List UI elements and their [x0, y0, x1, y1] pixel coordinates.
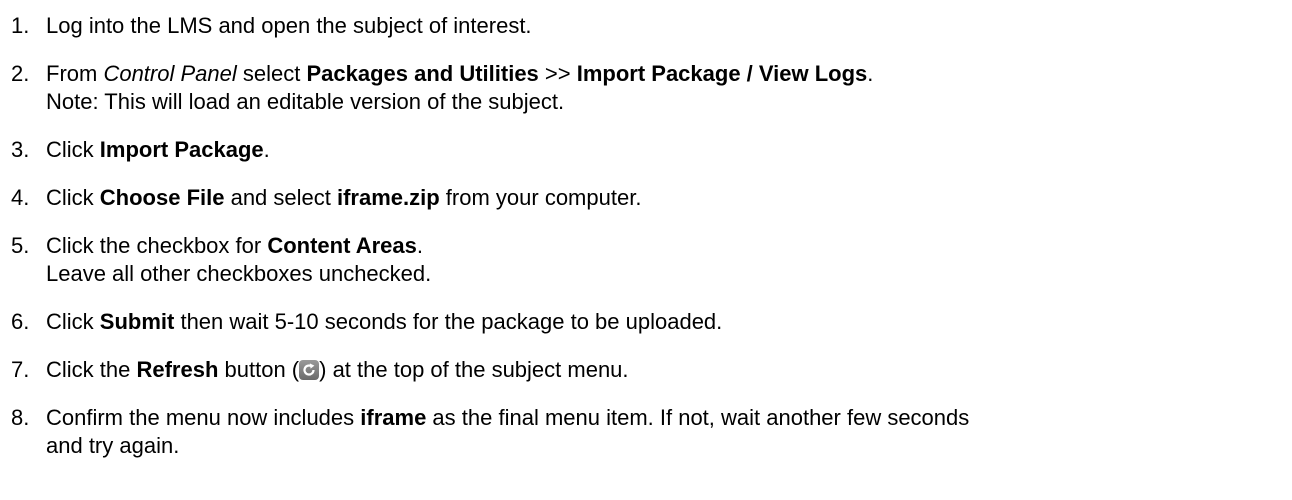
step-text-segment: Click the [46, 357, 137, 382]
step-text: Click the Refresh button ( ) at the top o… [46, 356, 1292, 384]
step-3: 3. Click Import Package. [0, 136, 1292, 164]
step-text-segment: From [46, 61, 104, 86]
step-7: 7. Click the Refresh button ( ) at the to… [0, 356, 1292, 384]
step-number: 2. [11, 61, 30, 86]
step-number: 5. [11, 233, 30, 258]
instruction-list: 1. Log into the LMS and open the subject… [0, 0, 1292, 460]
step-text: Click Import Package. [46, 136, 1292, 164]
step-text-segment: . [867, 61, 874, 86]
step-text-segment: Log into the LMS and open the subject of… [46, 13, 532, 38]
step-text-segment: from your computer. [439, 185, 642, 210]
refresh-icon [299, 360, 320, 380]
step-text-segment: Click [46, 185, 100, 210]
step-text-line2: and try again. [46, 433, 180, 458]
step-text-segment: Click the checkbox for [46, 233, 268, 258]
step-text-segment: select [236, 61, 307, 86]
step-1: 1. Log into the LMS and open the subject… [0, 12, 1292, 40]
menu-path-separator: >> [538, 61, 577, 86]
menu-item-packages-utilities: Packages and Utilities [306, 61, 539, 86]
step-2: 2. From Control Panel select Packages an… [0, 60, 1292, 116]
option-name-content-areas: Content Areas [267, 233, 417, 258]
step-text-segment: button ( [218, 357, 300, 382]
step-number: 8. [11, 405, 30, 430]
menu-item-iframe: iframe [360, 405, 427, 430]
step-number: 7. [11, 357, 30, 382]
button-name-refresh: Refresh [136, 357, 219, 382]
step-text: Click Submit then wait 5-10 seconds for … [46, 308, 1292, 336]
step-number: 1. [11, 13, 30, 38]
step-5: 5. Click the checkbox for Content Areas.… [0, 232, 1292, 288]
step-4: 4. Click Choose File and select iframe.z… [0, 184, 1292, 212]
step-number: 6. [11, 309, 30, 334]
menu-item-import-package-view-logs: Import Package / View Logs [576, 61, 868, 86]
step-text-line2: Leave all other checkboxes unchecked. [46, 261, 432, 286]
step-6: 6. Click Submit then wait 5-10 seconds f… [0, 308, 1292, 336]
step-text-segment: . [263, 137, 270, 162]
step-text: Log into the LMS and open the subject of… [46, 12, 1292, 40]
button-name-choose-file: Choose File [99, 185, 225, 210]
step-text-segment: and select [224, 185, 337, 210]
step-8: 8. Confirm the menu now includes iframe … [0, 404, 1292, 460]
step-text-segment: Confirm the menu now includes [46, 405, 361, 430]
step-number: 3. [11, 137, 30, 162]
step-text: Click Choose File and select iframe.zip … [46, 184, 1292, 212]
step-text-segment: ) at the top of the subject menu. [319, 357, 629, 382]
step-text-segment: Click [46, 309, 100, 334]
step-text-segment: . [416, 233, 423, 258]
step-text: Click the checkbox for Content Areas. [46, 232, 1292, 260]
step-text-segment: Click [46, 137, 100, 162]
button-name-submit: Submit [99, 309, 175, 334]
step-text-segment: as the final menu item. If not, wait ano… [426, 405, 970, 430]
step-text-segment: then wait 5-10 seconds for the package t… [174, 309, 723, 334]
button-name-import-package: Import Package [99, 137, 264, 162]
step-text: Confirm the menu now includes iframe as … [46, 404, 1292, 432]
menu-name-control-panel: Control Panel [103, 61, 237, 86]
step-text: From Control Panel select Packages and U… [46, 60, 1292, 88]
file-name-iframe-zip: iframe.zip [336, 185, 440, 210]
step-note: Note: This will load an editable version… [46, 89, 565, 114]
step-number: 4. [11, 185, 30, 210]
